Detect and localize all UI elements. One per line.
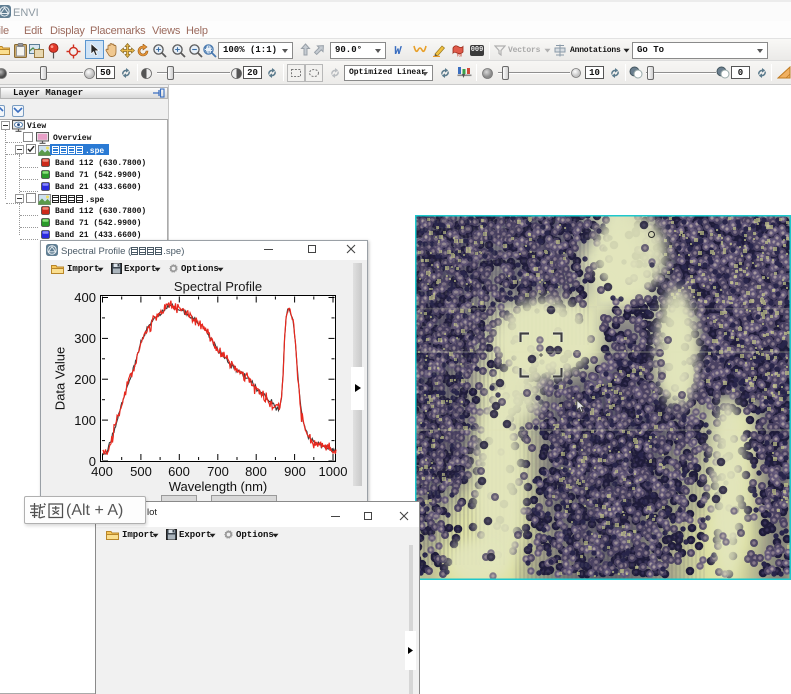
- svg-text:roi: roi: [457, 53, 462, 58]
